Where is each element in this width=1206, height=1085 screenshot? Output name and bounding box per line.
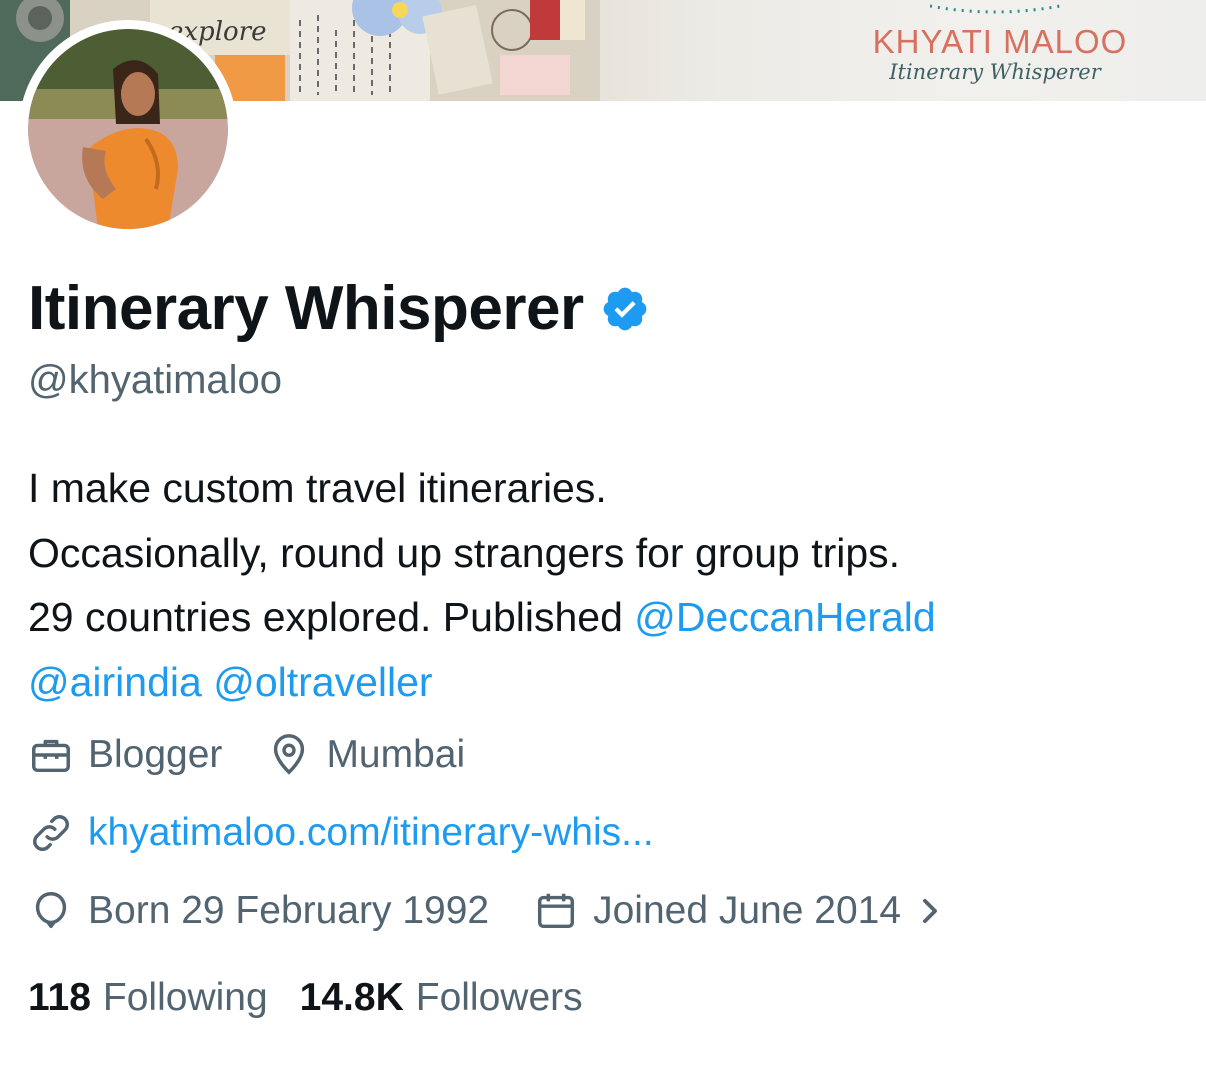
profile-website-link[interactable]: khyatimaloo.com/itinerary-whis... <box>88 811 654 855</box>
mention-link-airindia[interactable]: @airindia <box>28 659 202 705</box>
following-count: 118 <box>28 976 91 1019</box>
banner-brand: KHYATI MALOO Itinerary Whisperer <box>850 23 1150 85</box>
bio-line-4: @airindia @oltraveller <box>28 650 1198 715</box>
banner-dots-decoration <box>930 4 1060 14</box>
banner-brand-tagline: Itinerary Whisperer <box>889 60 1101 84</box>
profile-category-label: Blogger <box>88 733 223 776</box>
balloon-icon <box>35 892 67 929</box>
following-stat[interactable]: 118 Following <box>28 976 300 1020</box>
profile-stats: 118 Following 14.8K Followers <box>28 976 615 1020</box>
profile-website[interactable]: khyatimaloo.com/itinerary-whis... <box>28 810 654 856</box>
profile-joined[interactable]: Joined June 2014 <box>533 888 943 934</box>
profile-meta-row-1: Blogger Mumbai <box>28 732 509 778</box>
verified-badge-icon[interactable] <box>600 284 650 334</box>
link-icon <box>33 815 69 851</box>
bio-line-1: I make custom travel itineraries. <box>28 465 607 511</box>
mention-link-oltraveller[interactable]: @oltraveller <box>213 659 432 705</box>
mention-link-deccanherald[interactable]: @DeccanHerald <box>634 594 935 640</box>
followers-label: Followers <box>415 976 583 1019</box>
profile-location-label: Mumbai <box>326 733 466 776</box>
bio-line-3-text: 29 countries explored. Published <box>28 594 635 640</box>
map-pin-icon <box>274 734 305 775</box>
chevron-right-icon[interactable] <box>917 894 943 928</box>
following-label: Following <box>102 976 268 1019</box>
bio-line-3: 29 countries explored. Published @Deccan… <box>28 585 1198 650</box>
profile-handle: @khyatimaloo <box>28 358 283 402</box>
profile-bio: I make custom travel itineraries. Occasi… <box>28 456 1198 714</box>
avatar[interactable] <box>19 20 237 238</box>
profile-birthday: Born 29 February 1992 <box>28 888 489 934</box>
display-name: Itinerary Whisperer <box>28 273 584 343</box>
briefcase-icon <box>32 739 70 773</box>
followers-stat[interactable]: 14.8K Followers <box>300 976 615 1020</box>
profile-meta-row-3: Born 29 February 1992 Joined June 2014 <box>28 888 987 934</box>
profile-meta-row-2: khyatimaloo.com/itinerary-whis... <box>28 810 698 856</box>
profile-location: Mumbai <box>266 732 465 778</box>
banner-brand-name: KHYATI MALOO <box>872 23 1128 60</box>
profile-birthday-label: Born 29 February 1992 <box>88 889 490 932</box>
profile-category: Blogger <box>28 732 222 778</box>
display-name-row: Itinerary Whisperer <box>28 268 650 348</box>
profile-joined-label: Joined June 2014 <box>593 889 902 932</box>
followers-count: 14.8K <box>299 976 404 1019</box>
bio-line-2: Occasionally, round up strangers for gro… <box>28 529 901 576</box>
avatar-photo <box>28 29 228 229</box>
calendar-icon <box>538 893 575 929</box>
profile-page: explore KHYATI MALOO Itinerary Whisperer <box>0 0 1206 1085</box>
